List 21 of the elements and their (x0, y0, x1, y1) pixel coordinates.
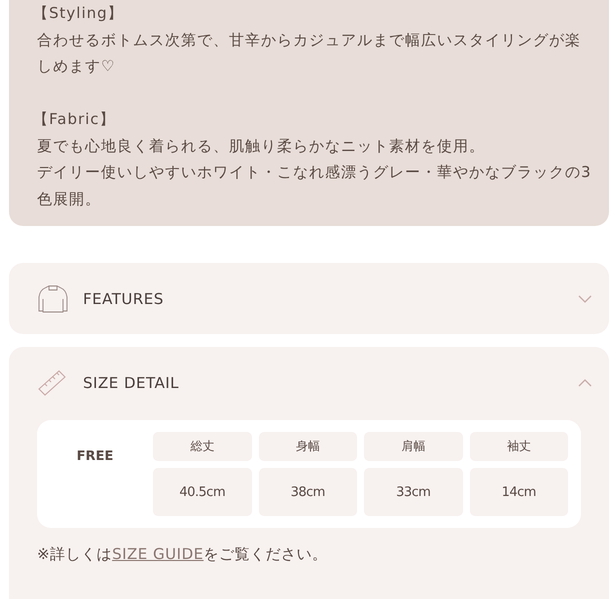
table-cell: 38cm (258, 468, 357, 516)
column-header: 肩幅 (364, 432, 462, 461)
size-label: FREE (76, 448, 114, 464)
paragraph-text: 合わせるボトムス次第で、甘辛からカジュアルまで幅広いスタイリングが楽しめます♡ (37, 30, 582, 77)
column-header: 身幅 (258, 432, 357, 461)
accordion-header[interactable]: SIZE DETAIL (9, 347, 609, 418)
table-cell: 14cm (470, 468, 568, 516)
accordion-header[interactable]: FEATURES (9, 263, 609, 334)
chevron-icon (578, 294, 592, 302)
column-header: 袖丈 (470, 432, 568, 461)
table-cell: 40.5cm (153, 468, 252, 516)
size-guide-link[interactable]: SIZE GUIDE (112, 545, 204, 563)
paragraph-heading: 【Fabric】 (33, 109, 117, 130)
sweater-icon (37, 284, 69, 312)
column-header: 総丈 (153, 432, 252, 461)
paragraph-heading: 【Styling】 (33, 3, 125, 24)
paragraph-text: 夏でも心地良く着られる、肌触り柔らかなニット素材を使用。 (37, 136, 486, 156)
chevron-icon (578, 378, 592, 386)
paragraph-text: デイリー使いしやすいホワイト・こなれ感漂うグレー・華やかなブラックの3色展開。 (37, 162, 593, 210)
table-cell: 33cm (364, 468, 462, 516)
size-note: ※詳しくはSIZE GUIDEをご覧ください。 (37, 545, 329, 564)
